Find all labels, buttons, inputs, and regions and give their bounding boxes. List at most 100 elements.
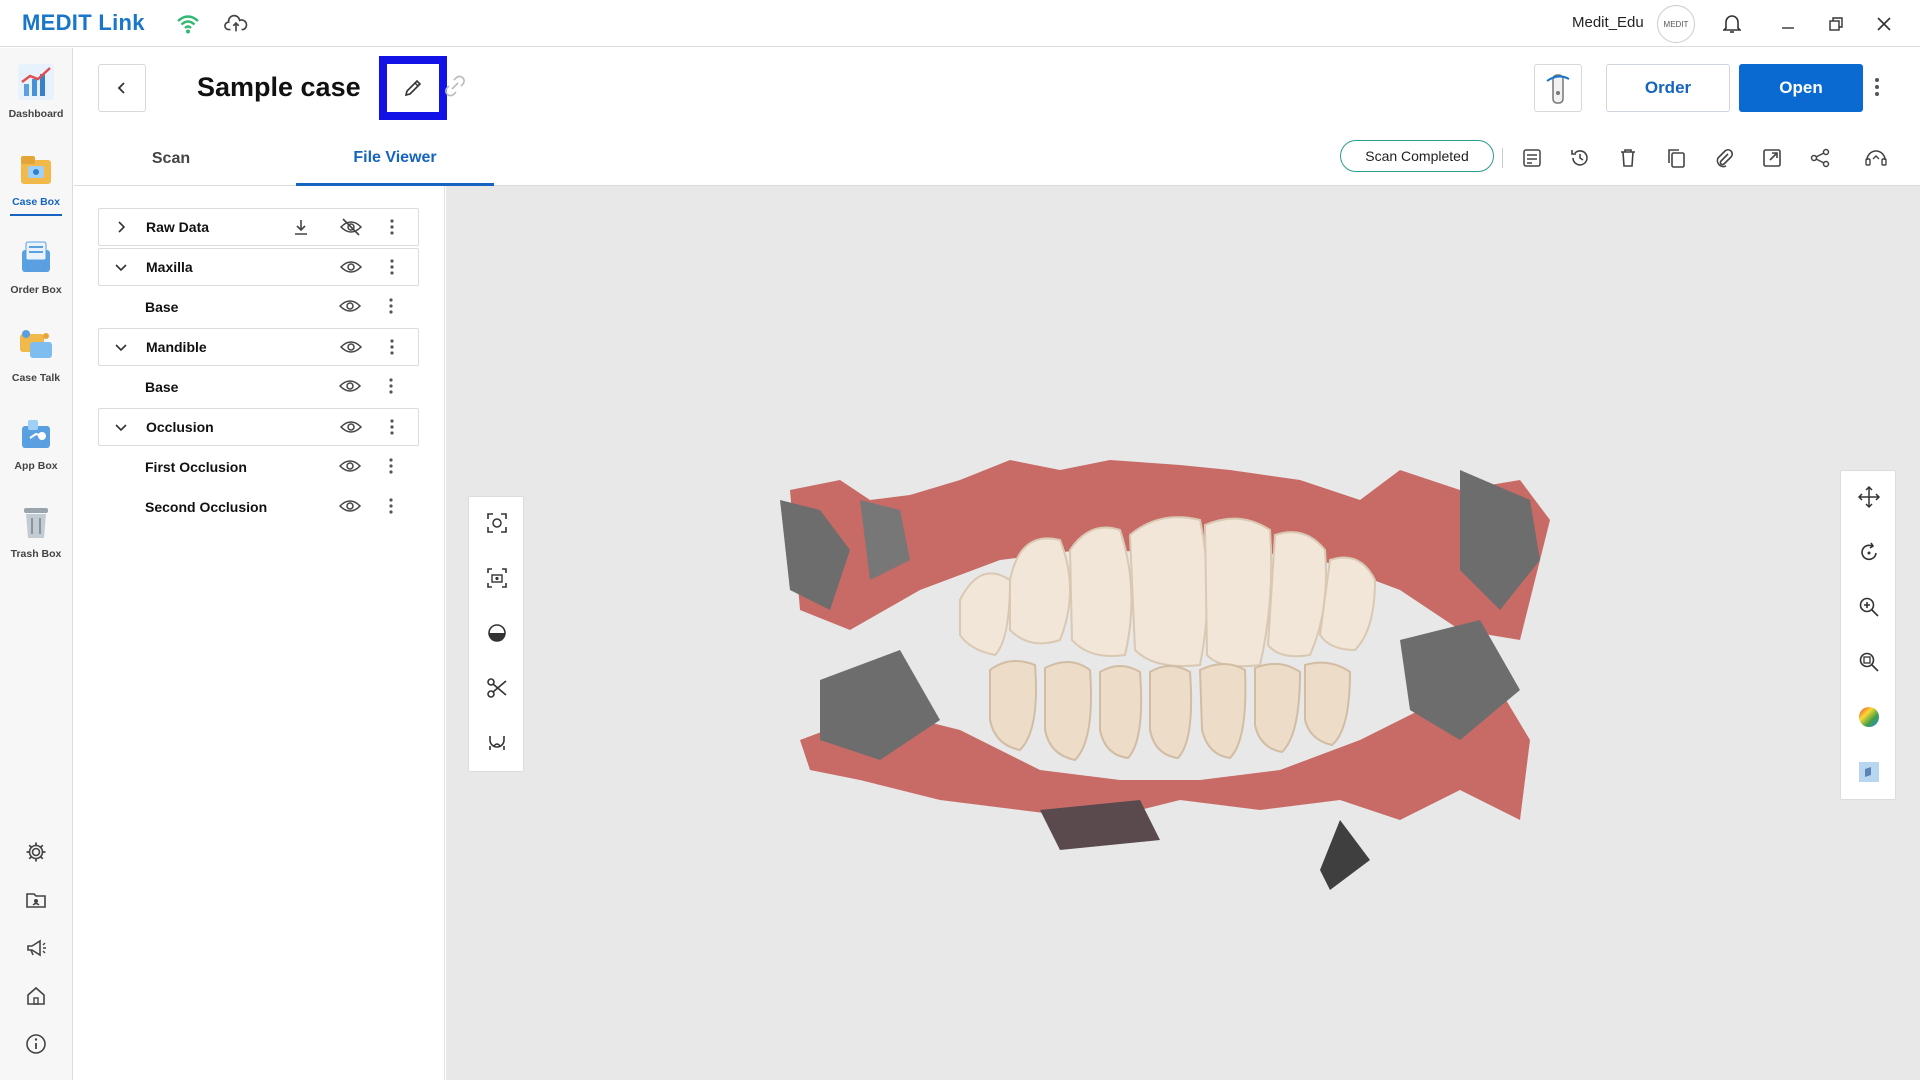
history-icon[interactable]	[1568, 146, 1592, 170]
case-talk-icon	[16, 326, 56, 366]
view-cube-icon[interactable]	[1857, 760, 1881, 784]
divider	[1502, 148, 1503, 168]
chevron-down-icon[interactable]	[113, 259, 129, 275]
capture-icon[interactable]	[485, 566, 509, 590]
rotate-icon[interactable]	[1857, 540, 1881, 564]
more-options-icon[interactable]	[388, 496, 394, 516]
pencil-icon	[404, 79, 422, 97]
case-box-icon	[16, 150, 56, 190]
more-options-icon[interactable]	[389, 417, 395, 437]
restore-icon[interactable]	[1822, 10, 1850, 38]
zoom-fit-icon[interactable]	[1857, 650, 1881, 674]
status-badge: Scan Completed	[1340, 140, 1494, 172]
more-options-icon[interactable]	[388, 456, 394, 476]
support-icon[interactable]	[1864, 146, 1888, 170]
username[interactable]: Medit_Edu	[1572, 14, 1644, 31]
dashboard-icon	[16, 62, 56, 102]
eye-icon[interactable]	[338, 456, 362, 476]
case-header: Sample case Order Open Scan File Viewer …	[74, 48, 1920, 186]
order-box-icon	[16, 238, 56, 278]
tree-row-mandible[interactable]: Mandible	[98, 328, 419, 366]
sidebar-item-app-box[interactable]: App Box	[0, 404, 72, 484]
more-options-icon[interactable]	[389, 217, 395, 237]
sidebar-item-case-talk[interactable]: Case Talk	[0, 316, 72, 396]
avatar[interactable]: MEDIT	[1657, 5, 1695, 43]
tree-row-label: Base	[145, 379, 179, 395]
back-button[interactable]	[98, 64, 146, 112]
megaphone-icon[interactable]	[22, 934, 50, 962]
tree-row-second-occlusion[interactable]: Second Occlusion	[98, 488, 419, 526]
tree-row-first-occlusion[interactable]: First Occlusion	[98, 448, 419, 486]
eye-icon[interactable]	[338, 496, 362, 516]
app-logo: MEDIT Link	[22, 10, 145, 35]
more-options-icon[interactable]	[1874, 76, 1880, 103]
fit-view-icon[interactable]	[485, 511, 509, 535]
eye-icon[interactable]	[339, 257, 363, 277]
pan-icon[interactable]	[1857, 485, 1881, 509]
more-options-icon[interactable]	[388, 296, 394, 316]
sidebar-item-dashboard[interactable]: Dashboard	[0, 52, 72, 132]
tree-row-label: Occlusion	[146, 419, 214, 435]
sidebar-item-trash-box[interactable]: Trash Box	[0, 492, 72, 572]
fill-holes-icon[interactable]	[485, 731, 509, 755]
scissors-icon[interactable]	[485, 676, 509, 700]
export-icon[interactable]	[1760, 146, 1784, 170]
copy-icon[interactable]	[1664, 146, 1688, 170]
app-box-icon	[16, 414, 56, 454]
sidebar: Dashboard Case Box Order Box Case Talk A…	[0, 48, 73, 1080]
memo-icon[interactable]	[1520, 146, 1544, 170]
trash-box-icon	[16, 502, 56, 542]
home-icon[interactable]	[22, 982, 50, 1010]
sidebar-item-label: Trash Box	[10, 548, 62, 560]
file-tree-panel: Raw Data Maxilla Base Mandible Base Occl…	[74, 186, 445, 1080]
color-map-icon[interactable]	[1857, 705, 1881, 729]
tree-row-maxilla-base[interactable]: Base	[98, 288, 419, 326]
unlink-icon[interactable]	[444, 75, 466, 102]
tree-row-raw-data[interactable]: Raw Data	[98, 208, 419, 246]
chevron-down-icon[interactable]	[113, 339, 129, 355]
tab-file-viewer[interactable]: File Viewer	[296, 132, 494, 186]
info-icon[interactable]	[22, 1030, 50, 1058]
sidebar-item-label: Order Box	[10, 284, 62, 296]
eye-icon[interactable]	[338, 376, 362, 396]
tree-row-label: First Occlusion	[145, 459, 247, 475]
minimize-icon[interactable]	[1774, 10, 1802, 38]
tree-row-label: Raw Data	[146, 219, 210, 235]
tree-row-label: Mandible	[146, 339, 207, 355]
wifi-icon[interactable]	[176, 12, 200, 36]
tab-scan[interactable]: Scan	[106, 132, 236, 186]
cloud-sync-icon[interactable]	[224, 12, 248, 36]
more-options-icon[interactable]	[388, 376, 394, 396]
sidebar-item-label: App Box	[14, 460, 58, 472]
sidebar-item-label: Dashboard	[8, 108, 64, 120]
bell-icon[interactable]	[1718, 10, 1746, 38]
eye-icon[interactable]	[339, 417, 363, 437]
chevron-right-icon[interactable]	[113, 219, 129, 235]
attach-icon[interactable]	[1712, 146, 1736, 170]
share-icon[interactable]	[1808, 146, 1832, 170]
tree-row-maxilla[interactable]: Maxilla	[98, 248, 419, 286]
close-icon[interactable]	[1870, 10, 1898, 38]
sidebar-item-case-box[interactable]: Case Box	[0, 140, 72, 220]
tree-row-occlusion[interactable]: Occlusion	[98, 408, 419, 446]
sidebar-item-order-box[interactable]: Order Box	[0, 228, 72, 308]
delete-icon[interactable]	[1616, 146, 1640, 170]
chevron-down-icon[interactable]	[113, 419, 129, 435]
open-button[interactable]: Open	[1739, 64, 1863, 112]
zoom-in-icon[interactable]	[1857, 595, 1881, 619]
settings-icon[interactable]	[22, 838, 50, 866]
sidebar-item-label: Case Talk	[11, 372, 61, 384]
more-options-icon[interactable]	[389, 337, 395, 357]
eye-off-icon[interactable]	[339, 217, 363, 237]
folder-icon[interactable]	[22, 886, 50, 914]
dental-scan-model[interactable]	[760, 440, 1560, 900]
eye-icon[interactable]	[338, 296, 362, 316]
eye-icon[interactable]	[339, 337, 363, 357]
more-options-icon[interactable]	[389, 257, 395, 277]
scanner-device-button[interactable]	[1534, 64, 1582, 112]
order-button[interactable]: Order	[1606, 64, 1730, 112]
edit-case-name-button[interactable]	[379, 56, 447, 120]
download-icon[interactable]	[291, 217, 311, 237]
section-icon[interactable]	[485, 621, 509, 645]
tree-row-mandible-base[interactable]: Base	[98, 368, 419, 406]
